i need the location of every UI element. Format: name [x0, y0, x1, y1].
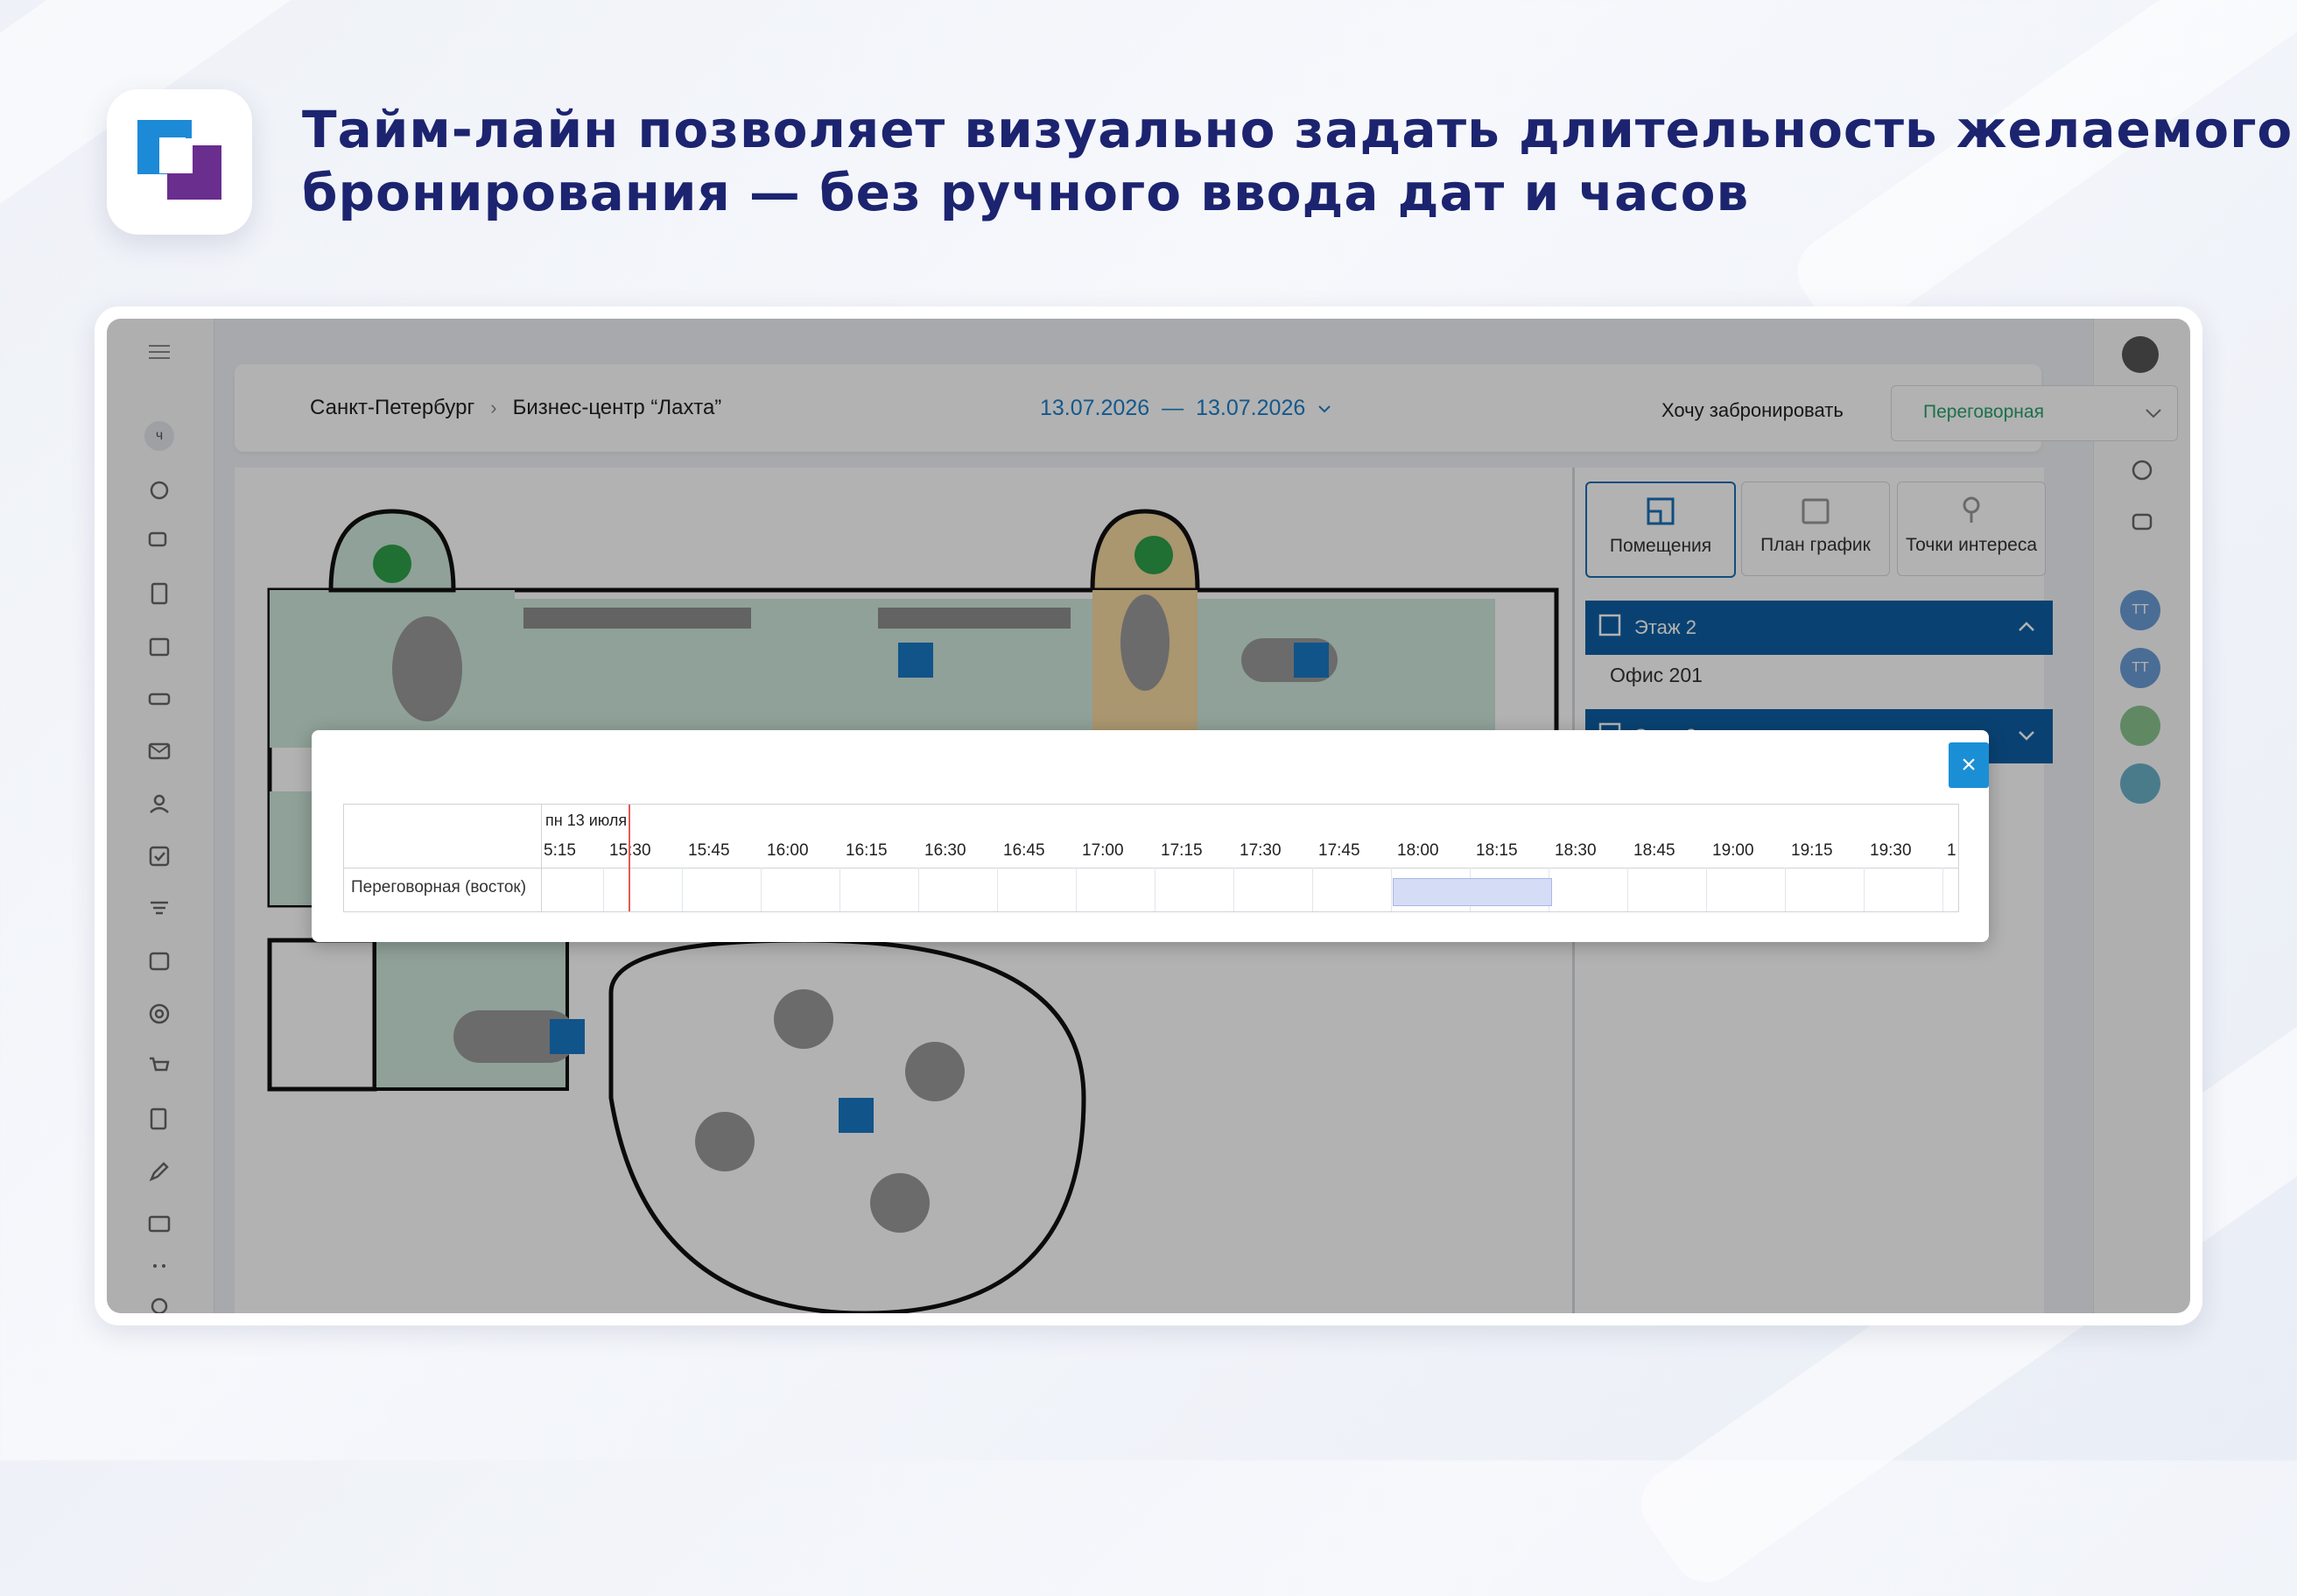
- timeline-gridline: [1312, 868, 1313, 911]
- time-tick: 19:15: [1791, 841, 1833, 860]
- booking-selection[interactable]: [1393, 878, 1552, 906]
- timeline-gridline: [1942, 868, 1943, 911]
- timeline-gridline: [1076, 868, 1077, 911]
- timeline-gridline: [1864, 868, 1865, 911]
- time-tick: 17:15: [1161, 841, 1203, 860]
- time-tick: 18:15: [1476, 841, 1518, 860]
- timeline-gridline: [1627, 868, 1628, 911]
- timeline-gridline: [1155, 868, 1156, 911]
- time-tick: 17:00: [1082, 841, 1124, 860]
- time-tick: 17:45: [1318, 841, 1360, 860]
- timeline-row-label: Переговорная (восток): [351, 878, 527, 896]
- timeline-gridline: [918, 868, 919, 911]
- time-tick: 18:00: [1397, 841, 1439, 860]
- timeline-row-divider: [541, 868, 542, 911]
- time-tick: 19:00: [1712, 841, 1754, 860]
- time-tick: 5:15: [544, 841, 576, 860]
- time-tick: 16:15: [846, 841, 888, 860]
- timeline-gridline: [761, 868, 762, 911]
- timeline-gridline: [1706, 868, 1707, 911]
- time-tick: 1: [1947, 841, 1956, 860]
- time-tick: 17:30: [1240, 841, 1282, 860]
- app-logo: [107, 89, 252, 235]
- booking-timeline[interactable]: пн 13 июля Переговорная (восток) 5:15 15…: [343, 804, 1959, 912]
- timeline-corner: [344, 805, 542, 868]
- headline: Тайм-лайн позволяет визуально задать дли…: [302, 98, 2293, 224]
- headline-line-2: бронирования — без ручного ввода дат и ч…: [302, 163, 1750, 222]
- time-tick: 16:45: [1003, 841, 1045, 860]
- headline-line-1: Тайм-лайн позволяет визуально задать дли…: [302, 100, 2293, 159]
- timeline-gridline: [1233, 868, 1234, 911]
- current-time-marker: [629, 805, 630, 911]
- time-tick: 18:45: [1633, 841, 1675, 860]
- timeline-gridline: [997, 868, 998, 911]
- timeline-gridline: [682, 868, 683, 911]
- time-tick: 15:45: [688, 841, 730, 860]
- time-tick: 16:00: [767, 841, 809, 860]
- time-tick: 18:30: [1555, 841, 1597, 860]
- time-tick: 16:30: [924, 841, 966, 860]
- close-button[interactable]: ×: [1949, 742, 1989, 788]
- timeline-gridline: [1391, 868, 1392, 911]
- timeline-gridline: [603, 868, 604, 911]
- time-tick: 19:30: [1870, 841, 1912, 860]
- timeline-date: пн 13 июля: [545, 812, 628, 829]
- timeline-gridline: [839, 868, 840, 911]
- timeline-gridline: [1785, 868, 1786, 911]
